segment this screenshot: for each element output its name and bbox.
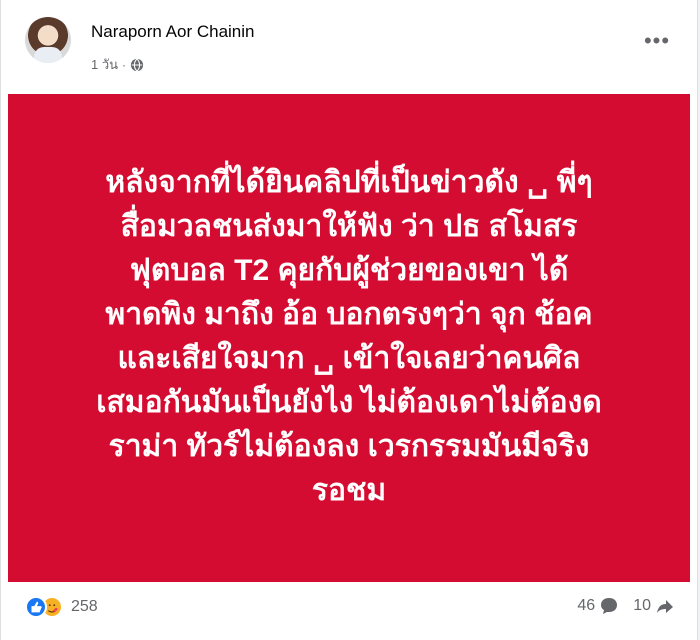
avatar[interactable] bbox=[25, 17, 71, 63]
comments-count-label: 46 bbox=[577, 597, 596, 614]
comment-icon bbox=[601, 598, 618, 614]
reactions-count: 258 bbox=[71, 598, 98, 615]
engagement-counts: 46 10 bbox=[577, 596, 675, 616]
post-header: Naraporn Aor Chainin 1 วัน · ••• bbox=[1, 0, 697, 92]
post-card: Naraporn Aor Chainin 1 วัน · ••• หลังจาก… bbox=[0, 0, 698, 640]
post-text: หลังจากที่ได้ยินคลิปที่เป็นข่าวดัง ␣ พี่… bbox=[96, 166, 602, 507]
more-horizontal-icon[interactable]: ••• bbox=[643, 30, 671, 52]
avatar-image bbox=[34, 47, 62, 63]
shares-count-label: 10 bbox=[633, 597, 651, 614]
post-footer: 258 46 10 bbox=[1, 588, 697, 632]
comments-count[interactable]: 46 bbox=[577, 596, 619, 616]
like-icon bbox=[25, 596, 47, 618]
post-meta: 1 วัน · bbox=[91, 54, 144, 75]
shares-count[interactable]: 10 bbox=[633, 596, 675, 616]
post-time[interactable]: 1 วัน bbox=[91, 54, 118, 75]
reactions-summary[interactable]: 258 bbox=[25, 596, 98, 618]
author-name[interactable]: Naraporn Aor Chainin bbox=[91, 22, 254, 42]
post-content: หลังจากที่ได้ยินคลิปที่เป็นข่าวดัง ␣ พี่… bbox=[8, 94, 690, 582]
share-icon bbox=[657, 600, 673, 613]
meta-separator: · bbox=[122, 57, 127, 72]
globe-icon[interactable] bbox=[130, 58, 144, 72]
